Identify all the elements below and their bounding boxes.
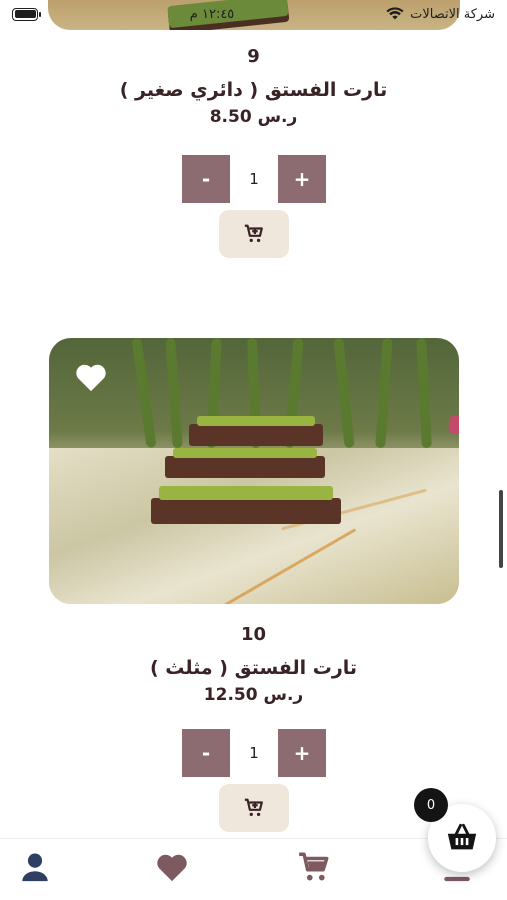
- favorite-heart-icon[interactable]: [74, 361, 108, 393]
- product-index: 10: [240, 624, 267, 645]
- increase-button[interactable]: +: [278, 729, 326, 777]
- product-price: ر.س 12.50: [203, 685, 304, 705]
- status-time: ١٢:٤٥ م: [189, 6, 235, 22]
- add-to-cart-button[interactable]: [219, 784, 289, 832]
- cart-count-badge: 0: [414, 788, 448, 822]
- carrier-name: شركة الاتصالات: [410, 6, 495, 22]
- scrollbar[interactable]: [499, 490, 503, 568]
- quantity-value[interactable]: 1: [230, 729, 278, 777]
- product-price: ر.س 8.50: [209, 107, 298, 127]
- battery-icon: [12, 7, 41, 21]
- product-card: 10 تارت الفستق ( مثلث ) ر.س 12.50: [0, 624, 507, 705]
- status-bar: ١٢:٤٥ م شركة الاتصالات: [0, 0, 507, 28]
- product-image[interactable]: [49, 338, 459, 604]
- product-name: تارت الفستق ( دائري صغير ): [119, 79, 388, 101]
- quantity-value[interactable]: 1: [230, 155, 278, 203]
- nav-profile[interactable]: [5, 839, 65, 895]
- add-to-cart-button[interactable]: [219, 210, 289, 258]
- user-icon: [22, 853, 48, 882]
- wifi-icon: [386, 7, 404, 20]
- product-card: 9 تارت الفستق ( دائري صغير ) ر.س 8.50: [0, 46, 507, 127]
- add-to-cart-icon: [244, 798, 263, 817]
- nav-favorites[interactable]: [142, 839, 202, 895]
- quantity-stepper: - 1 +: [182, 729, 326, 777]
- nav-cart[interactable]: [284, 839, 344, 895]
- heart-icon: [157, 854, 187, 882]
- add-to-cart-icon: [244, 224, 263, 243]
- quantity-stepper: - 1 +: [182, 155, 326, 203]
- cart-icon: [299, 852, 329, 881]
- decrease-button[interactable]: -: [182, 729, 230, 777]
- product-index: 9: [247, 46, 260, 67]
- product-name: تارت الفستق ( مثلث ): [149, 657, 358, 679]
- basket-icon: [447, 823, 477, 850]
- increase-button[interactable]: +: [278, 155, 326, 203]
- decrease-button[interactable]: -: [182, 155, 230, 203]
